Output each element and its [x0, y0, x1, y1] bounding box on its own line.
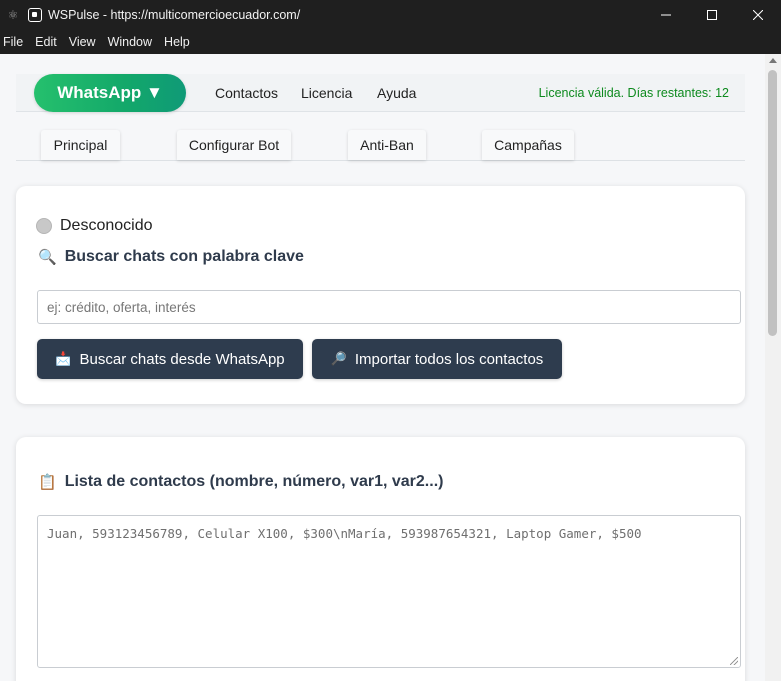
tab-principal[interactable]: Principal	[41, 130, 120, 160]
vertical-scrollbar[interactable]	[765, 54, 781, 681]
window-title: WSPulse - https://multicomercioecuador.c…	[48, 8, 301, 22]
menu-file[interactable]: File	[0, 35, 29, 49]
tab-campanas[interactable]: Campañas	[482, 130, 574, 160]
scroll-up-arrow-icon[interactable]	[769, 58, 777, 63]
scrollbar-thumb[interactable]	[768, 70, 777, 336]
nav-link-contactos[interactable]: Contactos	[215, 85, 278, 101]
import-contacts-button[interactable]: 🔎 Importar todos los contactos	[312, 339, 562, 379]
search-chats-button[interactable]: 📩 Buscar chats desde WhatsApp	[37, 339, 303, 379]
inbox-icon: 📩	[55, 351, 72, 366]
title-bar: ⚛ WSPulse - https://multicomercioecuador…	[0, 0, 781, 30]
menu-bar: File Edit View Window Help	[0, 30, 781, 54]
close-icon[interactable]	[735, 0, 781, 30]
menu-edit[interactable]: Edit	[32, 35, 63, 49]
connection-status: Desconocido	[36, 217, 153, 235]
search-chats-label: Buscar chats desde WhatsApp	[79, 350, 285, 368]
menu-view[interactable]: View	[66, 35, 102, 49]
magnifier-icon: 🔍	[38, 249, 57, 266]
tab-anti-ban[interactable]: Anti-Ban	[348, 130, 426, 160]
status-label: Desconocido	[60, 217, 153, 234]
contacts-placeholder: Juan, 593123456789, Celular X100, $300\n…	[47, 526, 642, 541]
minimize-icon[interactable]	[643, 0, 689, 30]
window-controls	[643, 0, 781, 30]
menu-window[interactable]: Window	[105, 35, 158, 49]
app-icon	[28, 8, 42, 22]
whatsapp-dropdown-button[interactable]: WhatsApp ▼	[34, 74, 186, 112]
app-content: WhatsApp ▼ Contactos Licencia Ayuda Lice…	[0, 54, 765, 681]
search-section-title: 🔍 Buscar chats con palabra clave	[38, 248, 304, 266]
license-status: Licencia válida. Días restantes: 12	[538, 86, 729, 100]
contacts-textarea[interactable]: Juan, 593123456789, Celular X100, $300\n…	[37, 515, 741, 668]
status-dot-icon	[36, 218, 52, 234]
clipboard-icon: 📋	[38, 474, 57, 491]
maximize-icon[interactable]	[689, 0, 735, 30]
nav-link-licencia[interactable]: Licencia	[301, 85, 352, 101]
tab-configurar-bot[interactable]: Configurar Bot	[177, 130, 291, 160]
top-navbar: WhatsApp ▼ Contactos Licencia Ayuda Lice…	[16, 74, 745, 112]
magnifier-right-icon: 🔎	[330, 351, 347, 366]
nav-link-ayuda[interactable]: Ayuda	[377, 85, 416, 101]
resize-grip-icon[interactable]	[730, 657, 738, 665]
tab-bar: Principal Configurar Bot Anti-Ban Campañ…	[16, 130, 745, 161]
contacts-section-title: 📋 Lista de contactos (nombre, número, va…	[38, 473, 443, 491]
search-card: Desconocido 🔍 Buscar chats con palabra c…	[16, 186, 745, 404]
menu-help[interactable]: Help	[161, 35, 196, 49]
search-title-text: Buscar chats con palabra clave	[64, 248, 304, 265]
electron-logo-icon: ⚛	[7, 8, 19, 22]
keyword-search-input[interactable]: ej: crédito, oferta, interés	[37, 290, 741, 324]
import-contacts-label: Importar todos los contactos	[354, 350, 544, 368]
contacts-card: 📋 Lista de contactos (nombre, número, va…	[16, 437, 745, 681]
contacts-title-text: Lista de contactos (nombre, número, var1…	[64, 473, 444, 490]
keyword-search-placeholder: ej: crédito, oferta, interés	[47, 300, 196, 315]
